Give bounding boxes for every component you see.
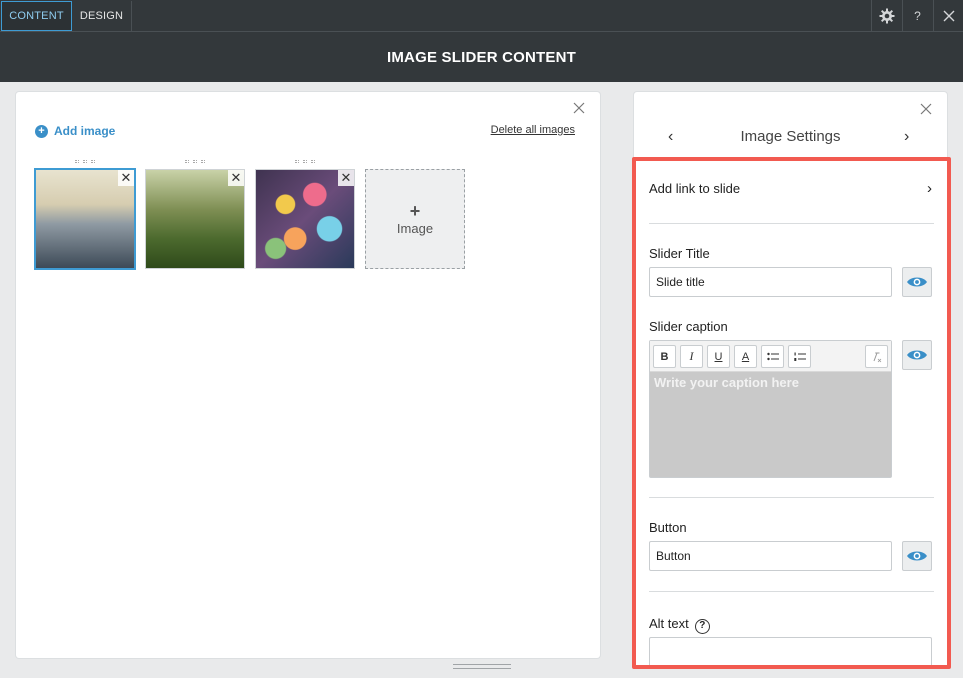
numbered-list-icon [793,352,806,361]
button-text-input[interactable] [649,541,892,571]
caption-rich-text-editor: B I U A Write your caption here [649,340,892,478]
close-icon[interactable] [572,101,586,115]
bold-button[interactable]: B [653,345,676,368]
help-circle-icon[interactable]: ? [694,619,710,634]
image-thumbnail[interactable]: ✕ [145,160,245,269]
bullet-list-button[interactable] [761,345,784,368]
page-title: IMAGE SLIDER CONTENT [386,48,576,66]
image-thumbnail[interactable]: ✕ [35,160,135,269]
add-image-tile-label: Image [396,220,434,236]
drag-handle-icon[interactable] [75,160,95,164]
add-image-label: Add image [54,124,116,138]
clear-format-button[interactable] [865,345,888,368]
slider-caption-label: Slider caption [649,319,728,334]
text-color-button[interactable]: A [734,345,757,368]
button-label: Button [649,520,687,535]
add-link-to-slide-row[interactable]: Add link to slide › [649,176,934,200]
caption-textarea[interactable]: Write your caption here [650,372,891,477]
tab-content[interactable]: CONTENT [1,1,72,31]
help-icon[interactable]: ? [902,0,932,32]
help-glyph: ? [914,9,921,23]
underline-button[interactable]: U [707,345,730,368]
drag-handle-icon[interactable] [185,160,205,164]
panel-title: Image Settings [740,128,841,145]
visibility-toggle-caption[interactable] [902,340,932,370]
resize-handle[interactable] [453,664,511,669]
next-image-button[interactable]: › [904,128,909,146]
eye-icon [907,350,927,360]
slider-title-label: Slider Title [649,246,710,261]
plus-circle-icon: + [35,124,48,138]
image-settings-form: Add link to slide › Slider Title Slider … [632,157,951,669]
remove-image-button[interactable]: ✕ [228,170,244,186]
eye-icon [907,277,927,287]
numbered-list-button[interactable] [788,345,811,368]
clear-format-icon [873,352,881,362]
image-thumbnail[interactable]: ✕ [255,160,355,269]
add-image-button[interactable]: + Add image [35,124,115,138]
alt-text-input[interactable] [649,637,932,665]
chevron-right-icon: › [927,179,932,197]
italic-button[interactable]: I [680,345,703,368]
remove-image-button[interactable]: ✕ [338,170,354,186]
eye-icon [907,551,927,561]
top-tab-bar: CONTENT DESIGN ? [0,0,963,32]
drag-handle-icon[interactable] [295,160,315,164]
alt-text-label: Alt text? [649,616,710,634]
slider-title-input[interactable] [649,267,892,297]
add-link-label: Add link to slide [649,180,741,196]
divider [649,497,934,498]
alt-text-label-text: Alt text [649,616,689,631]
visibility-toggle-button[interactable] [902,541,932,571]
image-gallery-panel: + Add image Delete all images ✕ ✕ ✕ + Im… [16,92,600,669]
rte-toolbar: B I U A [650,341,891,372]
remove-image-button[interactable]: ✕ [118,170,134,186]
divider [649,591,934,592]
dialog-title-bar: IMAGE SLIDER CONTENT [0,32,963,82]
bullet-list-icon [766,352,779,360]
tab-design[interactable]: DESIGN [72,1,132,31]
plus-icon: + [409,200,421,221]
add-image-tile[interactable]: + Image [365,169,465,269]
close-icon[interactable] [933,0,963,32]
gear-icon[interactable] [871,0,901,32]
delete-all-images-link[interactable]: Delete all images [491,124,575,136]
divider [649,223,934,224]
close-icon[interactable] [919,102,933,116]
visibility-toggle-title[interactable] [902,267,932,297]
